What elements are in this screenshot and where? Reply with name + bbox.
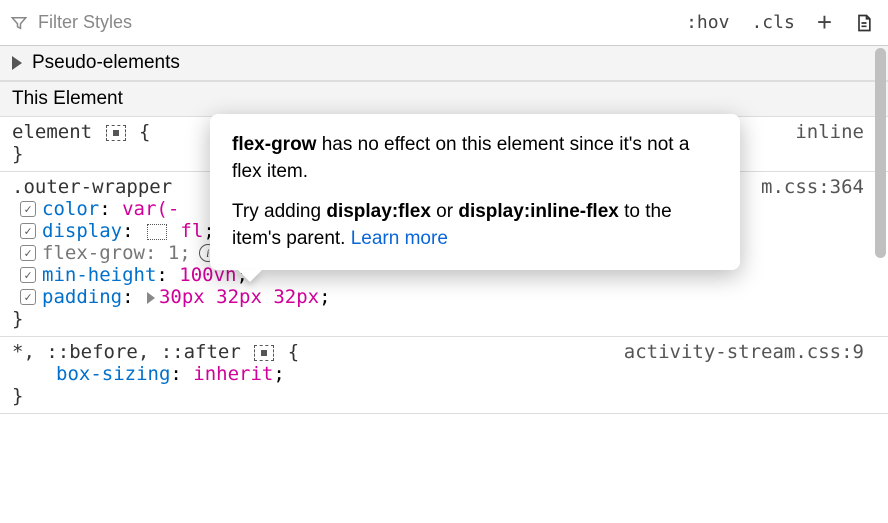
enable-checkbox[interactable]: ✓ — [20, 223, 36, 239]
filter-styles-input[interactable] — [36, 11, 668, 34]
tooltip-paragraph: flex-grow has no effect on this element … — [232, 132, 718, 185]
hov-toggle[interactable]: :hov — [682, 10, 733, 35]
prop-name: display — [42, 220, 122, 242]
add-rule-button[interactable]: + — [813, 5, 836, 40]
selector: *, ::before, ::after — [12, 341, 241, 363]
prop-value: 1 — [168, 242, 179, 264]
declaration-row[interactable]: box-sizing: inherit; — [12, 363, 876, 385]
tooltip-bold: display:inline-flex — [458, 201, 618, 222]
prop-value: fl — [180, 220, 203, 242]
twisty-icon — [12, 56, 22, 70]
rule-source[interactable]: inline — [795, 121, 864, 143]
pseudo-elements-header[interactable]: Pseudo-elements — [0, 46, 888, 81]
enable-checkbox[interactable]: ✓ — [20, 245, 36, 261]
universal-rule[interactable]: activity-stream.css:9 *, ::before, ::aft… — [0, 337, 888, 414]
filter-icon — [10, 14, 28, 32]
flex-badge-icon[interactable] — [254, 345, 274, 361]
prop-value: 30px 32px 32px — [159, 286, 319, 308]
prop-value: inherit — [193, 363, 273, 385]
tooltip-bold: flex-grow — [232, 134, 316, 155]
filter-wrap — [10, 11, 668, 34]
section-label: Pseudo-elements — [32, 52, 180, 74]
selector: .outer-wrapper — [12, 176, 172, 198]
rule-source[interactable]: m.css:364 — [761, 176, 864, 198]
scrollbar-thumb[interactable] — [875, 48, 886, 258]
enable-checkbox[interactable]: ✓ — [20, 201, 36, 217]
selector: element — [12, 121, 92, 143]
styles-toolbar: :hov .cls + — [0, 0, 888, 46]
enable-checkbox[interactable]: ✓ — [20, 267, 36, 283]
flex-swatch-icon[interactable] — [147, 224, 167, 240]
learn-more-link[interactable]: Learn more — [351, 228, 448, 249]
prop-name: box-sizing — [56, 363, 170, 385]
tooltip-paragraph: Try adding display:flex or display:inlin… — [232, 199, 718, 252]
inactive-css-tooltip: flex-grow has no effect on this element … — [210, 114, 740, 270]
prop-value: var(- — [122, 198, 179, 220]
stylesheet-icon[interactable] — [850, 10, 878, 36]
rule-source[interactable]: activity-stream.css:9 — [624, 341, 864, 363]
section-label: This Element — [12, 88, 123, 110]
prop-name: flex-grow — [42, 242, 145, 264]
this-element-header: This Element — [0, 81, 888, 117]
expand-shorthand-icon[interactable] — [147, 292, 155, 304]
declaration-row[interactable]: ✓ padding: 30px 32px 32px; — [12, 286, 876, 308]
prop-name: padding — [42, 286, 122, 308]
tooltip-bold: display:flex — [326, 201, 431, 222]
prop-name: min-height — [42, 264, 156, 286]
prop-name: color — [42, 198, 99, 220]
cls-toggle[interactable]: .cls — [747, 10, 798, 35]
flex-badge-icon[interactable] — [106, 125, 126, 141]
enable-checkbox[interactable]: ✓ — [20, 289, 36, 305]
